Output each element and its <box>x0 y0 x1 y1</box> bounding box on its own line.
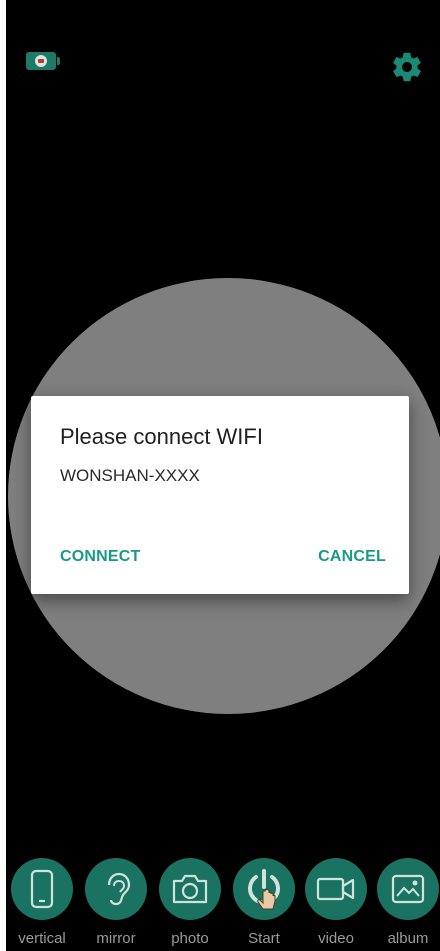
gear-icon[interactable] <box>390 50 424 84</box>
connect-button[interactable]: CONNECT <box>60 548 141 566</box>
vertical-button[interactable]: vertical <box>11 854 73 951</box>
photo-label: photo <box>171 930 209 947</box>
phone-icon <box>30 869 54 909</box>
video-button[interactable]: video <box>305 854 367 951</box>
start-label: Start <box>248 930 280 947</box>
video-camera-icon <box>316 877 355 901</box>
vertical-label: vertical <box>18 930 66 947</box>
video-label: video <box>318 930 354 947</box>
mirror-label: mirror <box>96 930 136 947</box>
battery-icon <box>26 52 60 70</box>
camera-icon <box>172 874 208 904</box>
dialog-title: Please connect WIFI <box>60 424 263 449</box>
cancel-button[interactable]: CANCEL <box>318 548 386 566</box>
mirror-button[interactable]: mirror <box>85 854 147 951</box>
ear-icon <box>107 872 131 906</box>
album-label: album <box>387 930 429 947</box>
bottom-toolbar: vertical mirror photo Start video album <box>6 854 440 951</box>
album-button[interactable]: album <box>377 854 439 951</box>
power-icon <box>248 869 280 910</box>
image-icon <box>391 874 425 904</box>
dialog-message: WONSHAN-XXXX <box>60 466 200 485</box>
wifi-dialog: Please connect WIFI WONSHAN-XXXX CONNECT… <box>31 396 409 594</box>
photo-button[interactable]: photo <box>159 854 221 951</box>
start-button[interactable]: Start <box>233 854 295 951</box>
